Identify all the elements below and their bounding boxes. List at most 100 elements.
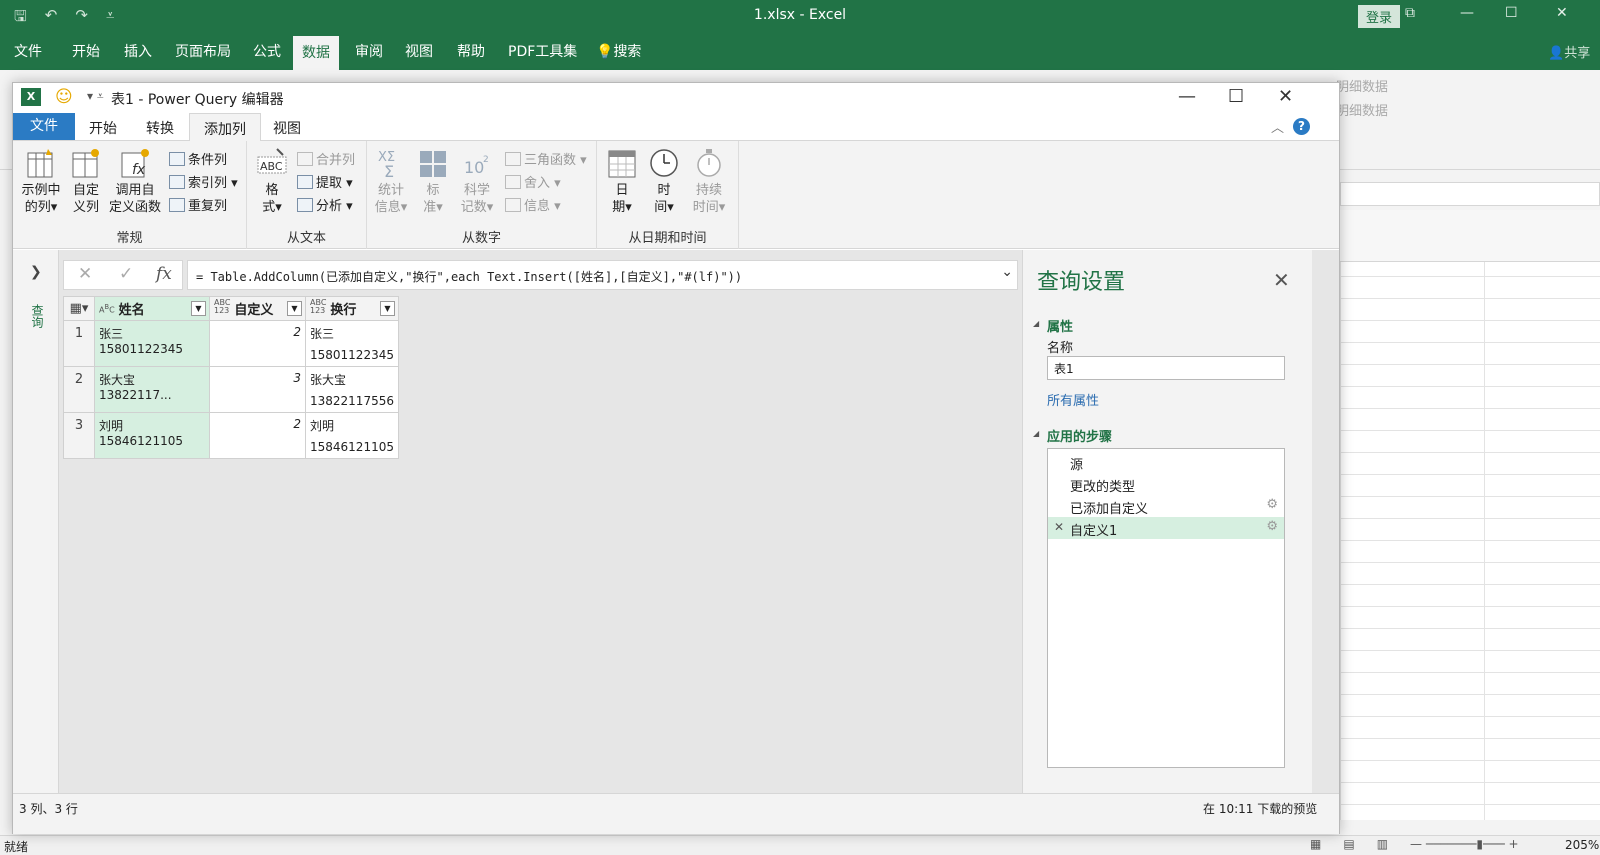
- tab-add-column[interactable]: 添加列: [189, 113, 261, 142]
- scientific-button[interactable]: 10 2 科学 记数▾: [457, 147, 497, 216]
- tab-pdf-tools[interactable]: PDF工具集: [508, 41, 577, 61]
- zoom-slider[interactable]: — ───────▮─── +: [1410, 837, 1519, 851]
- filter-dropdown-icon[interactable]: ▼: [287, 301, 302, 316]
- text-type-icon[interactable]: ABC: [99, 303, 115, 315]
- applied-steps-section[interactable]: 应用的步骤: [1033, 426, 1112, 445]
- duration-button[interactable]: 持续 时间▾: [689, 147, 729, 216]
- query-name-input[interactable]: 表1: [1047, 356, 1285, 380]
- tab-insert[interactable]: 插入: [124, 41, 152, 61]
- share-button[interactable]: 👤共享: [1548, 42, 1590, 61]
- formula-input[interactable]: = Table.AddColumn(已添加自定义,"换行",each Text.…: [187, 260, 1018, 290]
- cell-custom[interactable]: 2: [209, 320, 306, 367]
- properties-section[interactable]: 属性: [1033, 316, 1073, 335]
- cell-wrap[interactable]: 张大宝 13822117556: [305, 366, 399, 413]
- confirm-icon[interactable]: ✓: [119, 264, 133, 284]
- column-header-name[interactable]: ABC 姓名 ▼: [94, 296, 210, 321]
- step-custom1[interactable]: ✕ 自定义1 ⚙: [1048, 517, 1284, 539]
- cell-custom[interactable]: 3: [209, 366, 306, 413]
- tab-review[interactable]: 审阅: [355, 41, 383, 61]
- collapse-ribbon-icon[interactable]: ︿: [1271, 117, 1284, 136]
- cell-name[interactable]: 刘明15846121105: [94, 412, 210, 459]
- close-icon[interactable]: ✕: [1556, 5, 1568, 21]
- step-changed-type[interactable]: 更改的类型: [1048, 473, 1284, 495]
- excel-formula-bar[interactable]: [1340, 182, 1600, 206]
- time-button[interactable]: 时间▾: [647, 147, 681, 216]
- tab-help[interactable]: 帮助: [457, 41, 485, 61]
- excel-title-bar: 🖫 ↶ ↷ ⩡ 1.xlsx - Excel 登录 ⧉ — ☐ ✕: [0, 0, 1600, 32]
- minimize-icon[interactable]: —: [1178, 86, 1196, 107]
- column-header-custom[interactable]: ABC 123 自定义 ▼: [209, 296, 306, 321]
- tab-view[interactable]: 视图: [405, 41, 433, 61]
- table-row[interactable]: 3 刘明15846121105 2 刘明 15846121105: [63, 412, 399, 459]
- zoom-level[interactable]: 205%: [1565, 838, 1599, 852]
- login-button[interactable]: 登录: [1358, 5, 1401, 28]
- invoke-custom-function-button[interactable]: fx 调用自 定义函数: [107, 147, 163, 216]
- maximize-icon[interactable]: ☐: [1505, 5, 1518, 21]
- cancel-icon[interactable]: ✕: [78, 264, 92, 284]
- format-button[interactable]: ABC 格式▾: [255, 147, 289, 216]
- tab-page-layout[interactable]: 页面布局: [175, 41, 231, 61]
- formula-buttons: ✕ ✓ fx: [63, 260, 183, 290]
- excel-ribbon-tabs: 文件 开始 插入 页面布局 公式 数据 审阅 视图 帮助 PDF工具集 💡搜索 …: [0, 32, 1600, 70]
- tab-formulas[interactable]: 公式: [253, 41, 281, 61]
- any-type-icon[interactable]: ABC 123: [310, 299, 326, 315]
- chevron-down-icon[interactable]: ⌄: [1001, 264, 1013, 280]
- cell-custom[interactable]: 2: [209, 412, 306, 459]
- merge-columns-button[interactable]: 合并列: [297, 149, 355, 168]
- step-source[interactable]: 源: [1048, 451, 1284, 473]
- close-icon[interactable]: ✕: [1278, 86, 1293, 107]
- page-break-icon[interactable]: ▥: [1377, 837, 1388, 851]
- group-from-datetime: 日期▾ 时间▾ 持续 时间▾ 从日期和时间: [597, 141, 739, 249]
- index-column-button[interactable]: 索引列 ▾: [169, 172, 238, 191]
- fx-icon[interactable]: fx: [156, 264, 172, 284]
- conditional-column-button[interactable]: 条件列: [169, 149, 227, 168]
- any-type-icon[interactable]: ABC 123: [214, 299, 230, 315]
- duplicate-column-button[interactable]: 重复列: [169, 195, 227, 214]
- table-row[interactable]: 2 张大宝13822117... 3 张大宝 13822117556: [63, 366, 399, 413]
- queries-label[interactable]: 查询: [29, 304, 46, 328]
- cell-name[interactable]: 张大宝13822117...: [94, 366, 210, 413]
- feedback-smiley-icon[interactable]: ☺: [55, 87, 73, 107]
- gear-icon[interactable]: ⚙: [1266, 497, 1278, 512]
- tab-file[interactable]: 文件: [14, 41, 42, 61]
- help-icon[interactable]: ?: [1293, 118, 1310, 135]
- extract-button[interactable]: 提取 ▾: [297, 172, 353, 191]
- qat-dropdown-icon[interactable]: ▾ ⩡: [87, 89, 104, 104]
- date-button[interactable]: 日期▾: [605, 147, 639, 216]
- ribbon-display-icon[interactable]: ⧉: [1405, 5, 1415, 21]
- close-icon[interactable]: ✕: [1273, 268, 1290, 292]
- column-header-wrap[interactable]: ABC 123 换行 ▼: [305, 296, 399, 321]
- tab-home[interactable]: 开始: [72, 41, 100, 61]
- filter-dropdown-icon[interactable]: ▼: [191, 301, 206, 316]
- cell-wrap[interactable]: 刘明 15846121105: [305, 412, 399, 459]
- custom-column-button[interactable]: 自定 义列: [69, 147, 103, 216]
- expand-queries-icon[interactable]: ❯: [30, 264, 42, 280]
- tab-transform[interactable]: 转换: [146, 118, 174, 138]
- excel-worksheet-grid[interactable]: [1340, 210, 1600, 820]
- statistics-button[interactable]: XΣ Σ 统计 信息▾: [373, 147, 409, 216]
- table-menu-icon[interactable]: ▦▾: [63, 296, 95, 321]
- table-row[interactable]: 1 张三15801122345 2 张三 15801122345: [63, 320, 399, 367]
- column-from-examples-button[interactable]: 示例中 的列▾: [19, 147, 63, 216]
- trigonometry-button[interactable]: 三角函数 ▾: [505, 149, 587, 168]
- normal-view-icon[interactable]: ▦: [1310, 837, 1321, 851]
- minimize-icon[interactable]: —: [1460, 5, 1474, 21]
- standard-button[interactable]: 标准▾: [417, 147, 449, 216]
- rounding-button[interactable]: 舍入 ▾: [505, 172, 561, 191]
- gear-icon[interactable]: ⚙: [1266, 519, 1278, 534]
- step-added-custom[interactable]: 已添加自定义 ⚙: [1048, 495, 1284, 517]
- cell-wrap[interactable]: 张三 15801122345: [305, 320, 399, 367]
- tell-me-search[interactable]: 💡搜索: [596, 41, 641, 61]
- information-button[interactable]: 信息 ▾: [505, 195, 561, 214]
- parse-button[interactable]: 分析 ▾: [297, 195, 353, 214]
- tab-view[interactable]: 视图: [273, 118, 301, 138]
- delete-step-icon[interactable]: ✕: [1054, 520, 1064, 534]
- tab-home[interactable]: 开始: [89, 118, 117, 138]
- page-layout-icon[interactable]: ▤: [1343, 837, 1354, 851]
- tab-data[interactable]: 数据: [293, 36, 339, 70]
- cell-name[interactable]: 张三15801122345: [94, 320, 210, 367]
- filter-dropdown-icon[interactable]: ▼: [379, 301, 395, 316]
- all-properties-link[interactable]: 所有属性: [1047, 390, 1099, 409]
- maximize-icon[interactable]: ☐: [1228, 86, 1244, 107]
- tab-file[interactable]: 文件: [13, 113, 75, 140]
